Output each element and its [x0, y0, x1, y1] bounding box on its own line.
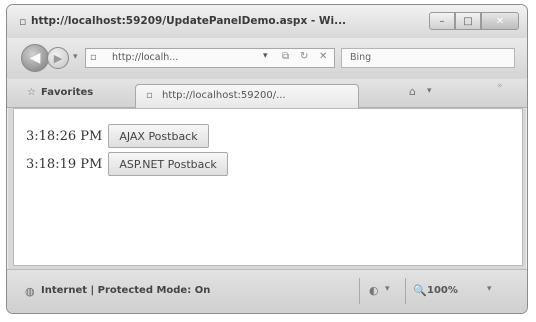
search-box[interactable]: Bing [341, 48, 515, 68]
home-icon[interactable]: ⌂ [409, 85, 416, 98]
compatibility-icon[interactable]: ⧉ [282, 51, 289, 62]
minimize-button[interactable]: – [429, 12, 455, 30]
back-arrow-icon: ◀ [29, 50, 41, 66]
protected-mode-icon[interactable]: ◐ [369, 284, 379, 297]
close-button[interactable]: ✕ [481, 12, 519, 30]
favorites-button[interactable]: Favorites [41, 87, 93, 98]
aspnet-postback-button[interactable]: ASP.NET Postback [108, 152, 228, 176]
ajax-row: 3:18:26 PM AJAX Postback [26, 124, 209, 148]
status-separator [359, 278, 360, 304]
refresh-icon[interactable]: ↻ [300, 51, 308, 62]
maximize-button[interactable]: □ [455, 12, 481, 30]
address-bar[interactable]: ▫ http://localh... ▾ ⧉ ↻ ✕ [85, 48, 335, 68]
aspnet-row: 3:18:19 PM ASP.NET Postback [26, 152, 228, 176]
tab-bar: ☆ Favorites ▫ http://localhost:59200/...… [7, 79, 527, 108]
toolbar-chevron-icon[interactable]: » [497, 81, 503, 91]
zoom-icon[interactable]: 🔍 [413, 284, 427, 297]
aspnet-time-label: 3:18:19 PM [26, 156, 103, 172]
ajax-postback-button[interactable]: AJAX Postback [108, 124, 209, 148]
title-bar: ▫ http://localhost:59209/UpdatePanelDemo… [7, 5, 527, 37]
forward-button[interactable]: ▶ [47, 47, 69, 69]
recent-pages-dropdown-icon[interactable]: ▾ [73, 52, 78, 62]
favorites-star-icon: ☆ [27, 87, 36, 98]
tab-page-icon: ▫ [146, 90, 153, 101]
home-dropdown-icon[interactable]: ▾ [427, 86, 432, 96]
protected-mode-dropdown-icon[interactable]: ▾ [385, 284, 390, 294]
status-separator [405, 278, 406, 304]
window-title: http://localhost:59209/UpdatePanelDemo.a… [31, 15, 347, 27]
browser-window: ▫ http://localhost:59209/UpdatePanelDemo… [6, 4, 528, 314]
page-icon: ▫ [90, 52, 97, 63]
address-text[interactable]: http://localh... [112, 52, 178, 63]
status-bar: ◍ Internet | Protected Mode: On ◐ ▾ 🔍 10… [7, 269, 527, 313]
search-placeholder[interactable]: Bing [350, 52, 371, 63]
tab-active[interactable]: ▫ http://localhost:59200/... [135, 84, 359, 108]
address-dropdown-icon[interactable]: ▾ [263, 51, 268, 61]
globe-icon: ◍ [25, 285, 35, 298]
tab-label: http://localhost:59200/... [162, 90, 286, 101]
zoom-level[interactable]: 100% [427, 285, 458, 296]
ie-page-icon: ▫ [19, 15, 27, 28]
security-zone-text[interactable]: Internet | Protected Mode: On [41, 285, 210, 296]
forward-arrow-icon: ▶ [53, 51, 63, 65]
ajax-time-label: 3:18:26 PM [26, 128, 103, 144]
back-button[interactable]: ◀ [21, 44, 49, 72]
window-controls: – □ ✕ [429, 12, 519, 30]
navigation-bar: ◀ ▶ ▾ ▫ http://localh... ▾ ⧉ ↻ ✕ Bing [7, 38, 527, 78]
stop-icon[interactable]: ✕ [319, 51, 327, 62]
zoom-dropdown-icon[interactable]: ▾ [487, 284, 492, 294]
page-content: 3:18:26 PM AJAX Postback 3:18:19 PM ASP.… [13, 108, 523, 266]
